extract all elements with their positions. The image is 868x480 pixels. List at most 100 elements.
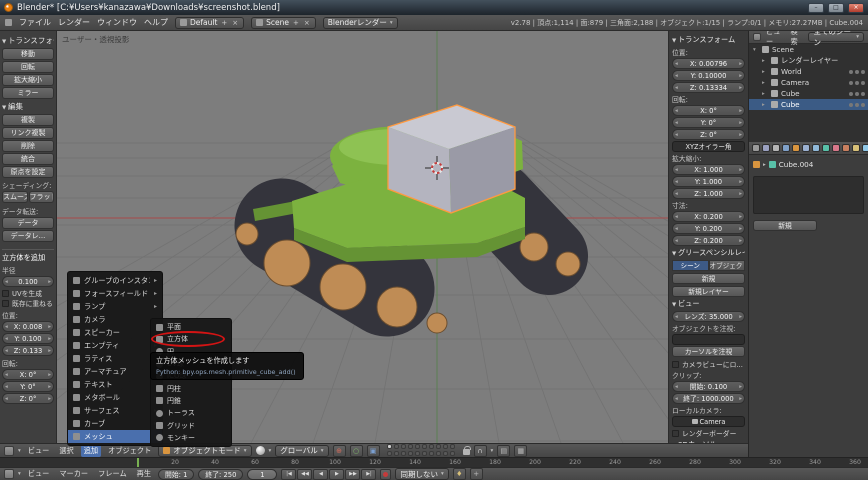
number-field[interactable]: Z: 0.13334 bbox=[672, 82, 745, 93]
add-menu-item[interactable]: メッシュ▸ bbox=[68, 430, 162, 443]
shade-flat-button[interactable]: フラット bbox=[29, 191, 55, 203]
number-field[interactable]: X: 1.000 bbox=[672, 164, 745, 175]
jump-to-end-button[interactable]: ▶| bbox=[361, 469, 376, 480]
rotation-mode-dropdown[interactable]: XYZオイラー角 bbox=[672, 141, 745, 152]
screen-layout-dropdown[interactable]: Default + × bbox=[175, 17, 244, 29]
mesh-submenu-item[interactable]: 円柱 bbox=[151, 382, 231, 394]
menu-render[interactable]: レンダー bbox=[58, 17, 90, 28]
add-scene-button[interactable]: + bbox=[292, 19, 300, 27]
layer-toggle[interactable] bbox=[443, 451, 448, 456]
snap-magnet-icon[interactable]: ∩ bbox=[474, 445, 487, 457]
auto-keyframe-button[interactable] bbox=[380, 469, 391, 480]
grease-pencil-panel-header[interactable]: ▼ グリースペンシルレイ... bbox=[672, 248, 745, 258]
number-field[interactable]: Z: 0° bbox=[672, 129, 745, 140]
outliner-editor-icon[interactable] bbox=[753, 33, 761, 41]
number-field[interactable]: X: 0.200 bbox=[672, 211, 745, 222]
layer-toggle[interactable] bbox=[422, 451, 427, 456]
gp-new-button[interactable]: 新規 bbox=[672, 273, 745, 284]
set-origin-button[interactable]: 原点を設定 bbox=[2, 166, 54, 178]
layer-toggle[interactable] bbox=[415, 451, 420, 456]
timeline-editor-icon[interactable] bbox=[4, 469, 14, 479]
modifiers-tab[interactable] bbox=[812, 144, 820, 152]
expander-icon[interactable]: ▸ bbox=[762, 102, 768, 108]
keyframe-insert-icon[interactable]: + bbox=[470, 468, 483, 480]
expander-icon[interactable]: ▾ bbox=[753, 47, 759, 53]
physics-tab[interactable] bbox=[862, 144, 868, 152]
mesh-submenu-item[interactable]: 平面 bbox=[151, 321, 231, 333]
selectability-icon[interactable] bbox=[855, 103, 859, 107]
add-menu-item[interactable]: カメラ bbox=[68, 313, 162, 326]
menu-select[interactable]: 選択 bbox=[56, 445, 76, 457]
number-field[interactable]: Y: 0.10000 bbox=[672, 70, 745, 81]
expander-icon[interactable]: ▸ bbox=[762, 91, 768, 97]
particles-tab[interactable] bbox=[852, 144, 860, 152]
timeline-menu-view[interactable]: ビュー bbox=[25, 468, 53, 480]
number-field[interactable]: Y: 1.000 bbox=[672, 176, 745, 187]
new-datablock-button[interactable]: 新規 bbox=[753, 220, 817, 231]
outliner-item[interactable]: ▸レンダーレイヤー bbox=[749, 55, 868, 66]
tool-button[interactable]: 移動 bbox=[2, 48, 54, 60]
clip-end-field[interactable]: 終了: 1000.000 bbox=[672, 393, 745, 404]
add-menu-item[interactable]: テキスト bbox=[68, 378, 162, 391]
number-field[interactable]: X: 0° bbox=[672, 105, 745, 116]
layer-toggle[interactable] bbox=[387, 444, 392, 449]
material-tab[interactable] bbox=[832, 144, 840, 152]
menu-help[interactable]: ヘルプ bbox=[144, 17, 168, 28]
current-frame-field[interactable]: 1 bbox=[247, 469, 277, 480]
number-field[interactable]: Y: 0.200 bbox=[672, 223, 745, 234]
layer-toggle[interactable] bbox=[394, 444, 399, 449]
timeline-ruler[interactable]: 2040608010012014016018020022024026028030… bbox=[0, 457, 868, 467]
keying-set-icon[interactable]: ♦ bbox=[453, 468, 466, 480]
menu-add[interactable]: 追加 bbox=[81, 445, 101, 457]
datablock-list-box[interactable] bbox=[753, 176, 864, 214]
scene-dropdown[interactable]: Scene + × bbox=[251, 17, 316, 29]
tab-object[interactable]: オブジェクト bbox=[709, 260, 746, 271]
add-menu-item[interactable]: フォースフィールド▸ bbox=[68, 287, 162, 300]
add-screen-button[interactable]: + bbox=[220, 19, 228, 27]
add-menu-item[interactable]: メタボール▸ bbox=[68, 391, 162, 404]
close-button[interactable]: × bbox=[848, 3, 864, 13]
next-keyframe-button[interactable]: ▶▶ bbox=[345, 469, 360, 480]
frame-start-field[interactable]: 開始: 1 bbox=[158, 469, 194, 480]
data-layout-transfer-button[interactable]: データレ... bbox=[2, 230, 54, 242]
visibility-icon[interactable] bbox=[849, 81, 853, 85]
menu-file[interactable]: ファイル bbox=[19, 17, 51, 28]
mesh-submenu-item[interactable]: トーラス bbox=[151, 407, 231, 419]
tool-button[interactable]: 削除 bbox=[2, 140, 54, 152]
outliner-item[interactable]: ▸World bbox=[749, 66, 868, 77]
add-menu-item[interactable]: グループのインスタンス▸ bbox=[68, 274, 162, 287]
number-field[interactable]: Z: 0.200 bbox=[672, 235, 745, 246]
delete-scene-button[interactable]: × bbox=[303, 19, 311, 27]
view-panel-header[interactable]: ▼ ビュー bbox=[672, 299, 745, 309]
layer-toggle[interactable] bbox=[436, 451, 441, 456]
add-menu-item[interactable]: カーブ▸ bbox=[68, 417, 162, 430]
mesh-submenu-item[interactable]: モンキー bbox=[151, 432, 231, 444]
maximize-button[interactable]: □ bbox=[828, 3, 844, 13]
layer-toggle[interactable] bbox=[401, 444, 406, 449]
transform-panel-header[interactable]: ▼ トランスフォーム bbox=[672, 35, 745, 45]
tool-button[interactable]: 回転 bbox=[2, 61, 54, 73]
panel-header[interactable]: ▼ 編集 bbox=[2, 101, 54, 112]
shade-smooth-button[interactable]: スムーズ bbox=[2, 191, 28, 203]
add-menu-item[interactable]: サーフェス▸ bbox=[68, 404, 162, 417]
add-menu-item[interactable]: スピーカー bbox=[68, 326, 162, 339]
render-layers-tab[interactable] bbox=[762, 144, 770, 152]
layer-toggle[interactable] bbox=[450, 451, 455, 456]
number-field[interactable]: Z: 1.000 bbox=[672, 188, 745, 199]
tab-scene[interactable]: シーン bbox=[672, 260, 709, 271]
add-menu-item[interactable]: エンプティ▸ bbox=[68, 339, 162, 352]
renderability-icon[interactable] bbox=[861, 81, 865, 85]
rotation-field[interactable]: Z: 0° bbox=[2, 393, 54, 404]
rotation-field[interactable]: Y: 0° bbox=[2, 381, 54, 392]
render-engine-dropdown[interactable]: Blenderレンダー ▾ bbox=[323, 17, 398, 29]
visibility-icon[interactable] bbox=[849, 70, 853, 74]
align-existing-checkbox[interactable]: 既存に重ねる bbox=[2, 298, 54, 308]
tool-button[interactable]: リンク複製 bbox=[2, 127, 54, 139]
add-menu-item[interactable]: ラティス bbox=[68, 352, 162, 365]
visibility-icon[interactable] bbox=[849, 103, 853, 107]
blender-app-icon[interactable] bbox=[5, 19, 12, 26]
tool-button[interactable]: 複製 bbox=[2, 114, 54, 126]
translate-manipulator-button[interactable]: ⊕ bbox=[333, 445, 346, 457]
render-tab[interactable] bbox=[752, 144, 760, 152]
timeline-menu-frame[interactable]: フレーム bbox=[95, 468, 130, 480]
